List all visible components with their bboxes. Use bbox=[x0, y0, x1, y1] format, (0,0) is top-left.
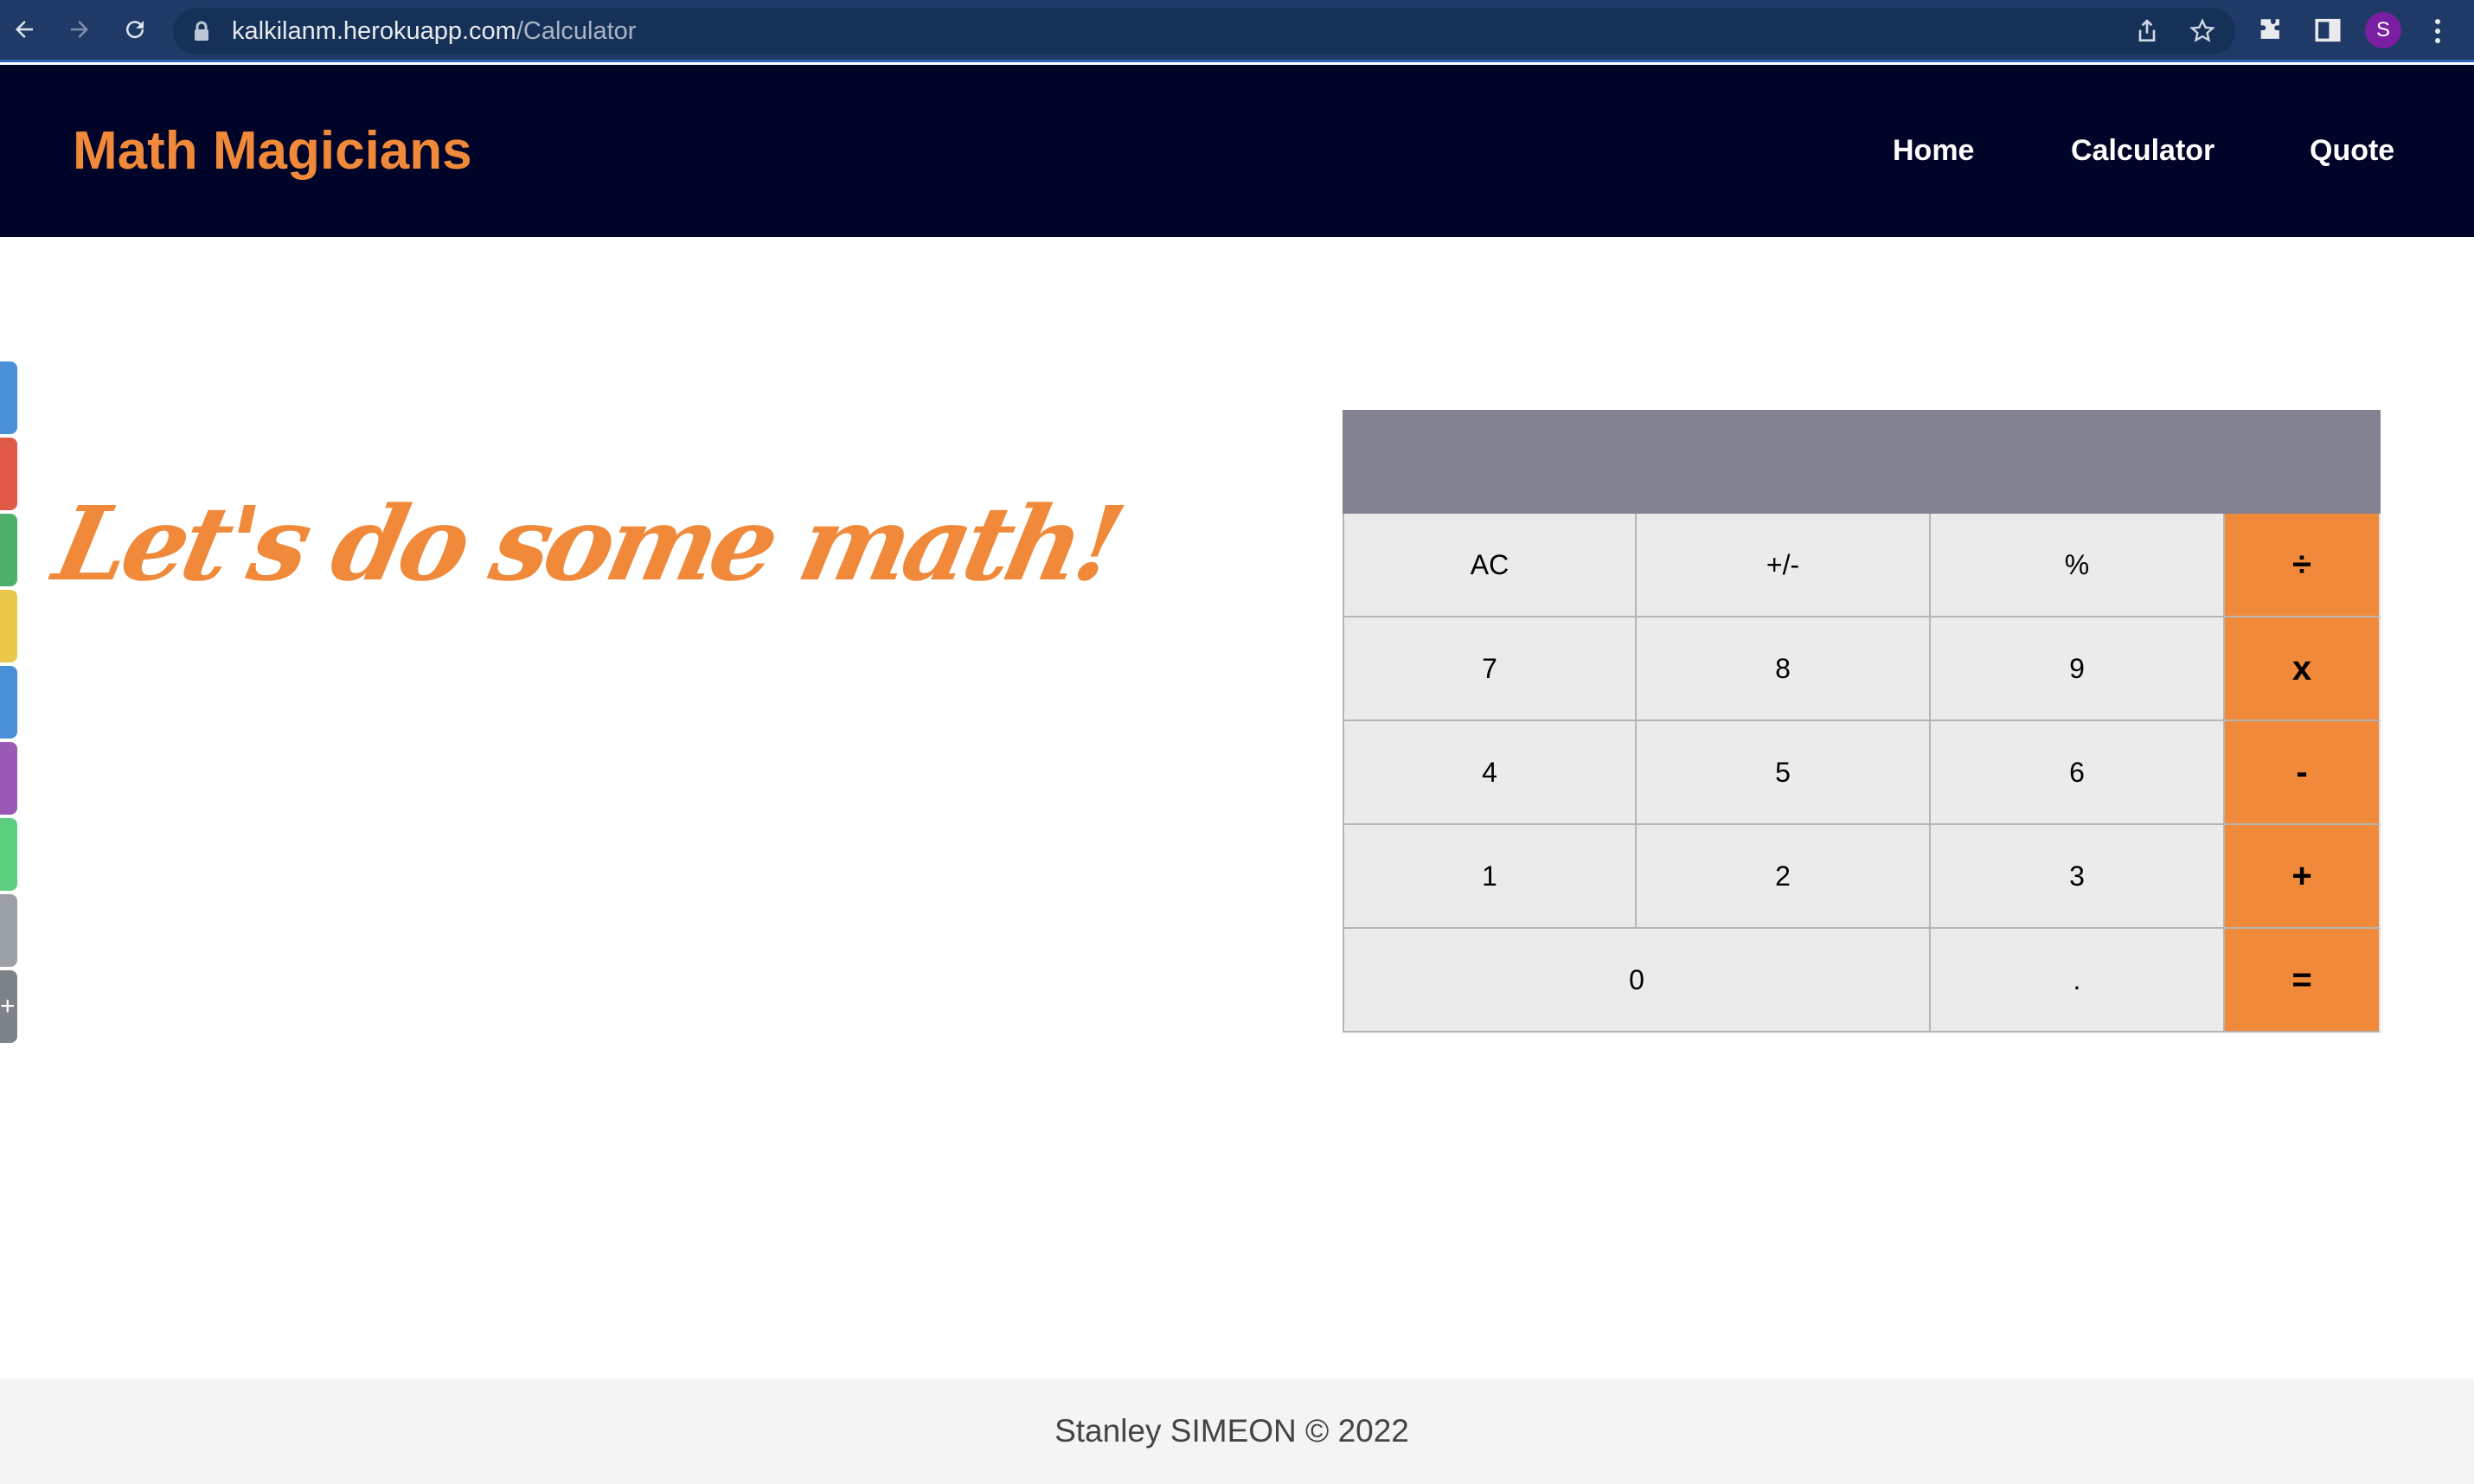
key-percent[interactable]: % bbox=[1931, 514, 2225, 617]
key-sign-toggle[interactable]: +/- bbox=[1637, 514, 1931, 617]
lock-icon bbox=[195, 21, 208, 41]
side-tab[interactable] bbox=[0, 514, 17, 586]
key-decimal[interactable]: . bbox=[1931, 929, 2225, 1033]
side-panel-icon[interactable] bbox=[2313, 16, 2343, 45]
side-tab[interactable] bbox=[0, 590, 17, 662]
browser-toolbar: kalkilanm.herokuapp.com/Calculator S bbox=[0, 0, 2474, 62]
side-tab[interactable] bbox=[0, 894, 17, 967]
back-arrow-icon[interactable] bbox=[5, 10, 43, 48]
key-clear[interactable]: AC bbox=[1343, 514, 1637, 617]
key-3[interactable]: 3 bbox=[1931, 825, 2225, 929]
key-0[interactable]: 0 bbox=[1343, 929, 1931, 1033]
key-9[interactable]: 9 bbox=[1931, 617, 2225, 721]
share-icon[interactable] bbox=[2133, 17, 2161, 45]
calculator-display bbox=[1343, 410, 2381, 514]
site-header: Math Magicians Home Calculator Quote bbox=[0, 65, 2474, 237]
url-path: /Calculator bbox=[516, 17, 637, 45]
plus-icon: + bbox=[0, 992, 16, 1020]
key-multiply[interactable]: x bbox=[2225, 617, 2381, 721]
key-equals[interactable]: = bbox=[2225, 929, 2381, 1033]
reload-icon[interactable] bbox=[116, 10, 154, 48]
address-bar[interactable]: kalkilanm.herokuapp.com/Calculator bbox=[173, 8, 2235, 54]
key-5[interactable]: 5 bbox=[1637, 721, 1931, 825]
key-subtract[interactable]: - bbox=[2225, 721, 2381, 825]
key-7[interactable]: 7 bbox=[1343, 617, 1637, 721]
profile-avatar[interactable]: S bbox=[2365, 12, 2401, 48]
side-tab[interactable] bbox=[0, 742, 17, 815]
star-icon[interactable] bbox=[2189, 17, 2216, 45]
nav-link-home[interactable]: Home bbox=[1893, 65, 1974, 237]
key-divide[interactable]: ÷ bbox=[2225, 514, 2381, 617]
forward-arrow-icon[interactable] bbox=[61, 10, 99, 48]
brand-logo[interactable]: Math Magicians bbox=[73, 65, 472, 237]
kebab-menu-icon[interactable] bbox=[2427, 14, 2448, 48]
side-tab-add[interactable]: + bbox=[0, 970, 17, 1043]
footer-copyright: Stanley SIMEON © 2022 bbox=[1054, 1413, 1409, 1449]
url-domain: kalkilanm.herokuapp.com bbox=[232, 17, 516, 45]
side-tab[interactable] bbox=[0, 666, 17, 739]
url-text: kalkilanm.herokuapp.com/Calculator bbox=[232, 8, 636, 54]
nav-link-quote[interactable]: Quote bbox=[2310, 65, 2394, 237]
key-add[interactable]: + bbox=[2225, 825, 2381, 929]
site-footer: Stanley SIMEON © 2022 bbox=[0, 1378, 2474, 1484]
calculator: AC +/- % ÷ 7 8 9 x 4 5 6 - 1 2 3 + 0 . = bbox=[1343, 410, 2381, 1033]
side-tab[interactable] bbox=[0, 438, 17, 510]
puzzle-extension-icon[interactable] bbox=[2256, 16, 2285, 45]
nav-link-calculator[interactable]: Calculator bbox=[2071, 65, 2214, 237]
calculator-keypad: AC +/- % ÷ 7 8 9 x 4 5 6 - 1 2 3 + 0 . = bbox=[1343, 514, 2381, 1033]
key-4[interactable]: 4 bbox=[1343, 721, 1637, 825]
key-6[interactable]: 6 bbox=[1931, 721, 2225, 825]
side-tab[interactable] bbox=[0, 818, 17, 891]
key-8[interactable]: 8 bbox=[1637, 617, 1931, 721]
side-tab-strip: + bbox=[0, 361, 17, 1046]
key-1[interactable]: 1 bbox=[1343, 825, 1637, 929]
side-tab[interactable] bbox=[0, 361, 17, 434]
key-2[interactable]: 2 bbox=[1637, 825, 1931, 929]
page-headline: Let's do some math! bbox=[45, 483, 1130, 604]
